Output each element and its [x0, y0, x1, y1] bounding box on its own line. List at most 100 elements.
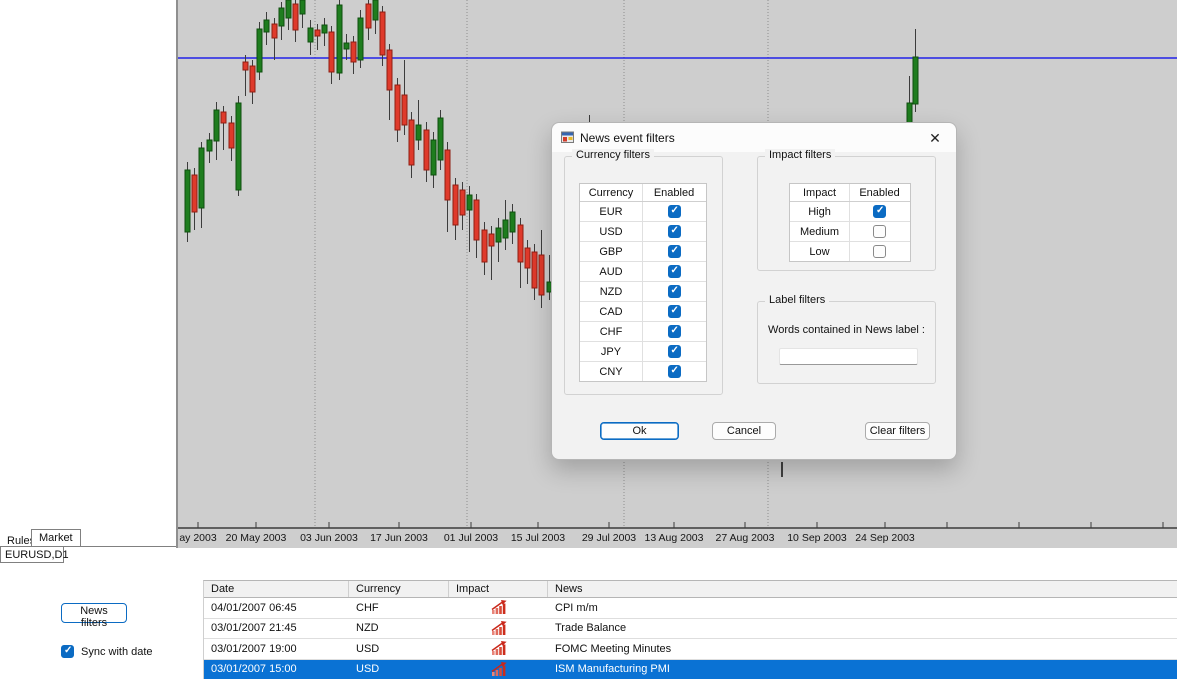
- x-axis-label: 15 Jul 2003: [511, 532, 565, 544]
- candlestick: [286, 0, 291, 30]
- news-impact: [449, 641, 548, 656]
- impact-high-icon: [489, 600, 511, 615]
- candlestick: [192, 168, 197, 230]
- x-axis-label: ay 2003: [179, 532, 217, 544]
- news-row[interactable]: 03/01/2007 21:45NZDTrade Balance: [204, 619, 1177, 640]
- news-column-header[interactable]: Impact: [449, 581, 548, 597]
- currency-filters-group-label: Currency filters: [572, 149, 654, 161]
- impact-filter-name-cell: High: [790, 202, 850, 221]
- currency-filter-enabled-cell: [643, 242, 705, 261]
- close-icon[interactable]: ✕: [926, 129, 944, 147]
- currency-filter-cny-checkbox[interactable]: [668, 365, 681, 378]
- impact-filter-row: Medium: [790, 222, 910, 242]
- news-row[interactable]: 03/01/2007 19:00USDFOMC Meeting Minutes: [204, 639, 1177, 660]
- news-column-header[interactable]: Date: [204, 581, 349, 597]
- ok-button[interactable]: Ok: [600, 422, 679, 440]
- candlestick: [387, 44, 392, 120]
- candlestick: [373, 0, 378, 34]
- dialog-titlebar[interactable]: News event filters ✕: [552, 123, 956, 152]
- candlestick: [366, 0, 371, 40]
- news-date: 03/01/2007 21:45: [204, 622, 349, 634]
- impact-filter-row: High: [790, 202, 910, 222]
- label-filters-group: Label filters Words contained in News la…: [757, 301, 936, 384]
- currency-filter-usd-checkbox[interactable]: [668, 225, 681, 238]
- news-impact: [449, 621, 548, 636]
- news-table-body: 04/01/2007 06:45CHFCPI m/m03/01/2007 21:…: [204, 598, 1177, 679]
- news-date: 04/01/2007 06:45: [204, 602, 349, 614]
- news-title: Trade Balance: [548, 622, 1177, 634]
- candlestick: [229, 116, 234, 161]
- currency-filter-column-header: Currency: [580, 184, 643, 201]
- candlestick: [453, 178, 458, 240]
- sync-with-date-label: Sync with date: [81, 646, 153, 658]
- candlestick: [250, 60, 255, 104]
- candlestick: [424, 122, 429, 182]
- candlestick: [482, 222, 487, 275]
- impact-high-icon: [489, 662, 511, 677]
- currency-filter-name-cell: AUD: [580, 262, 643, 281]
- currency-filter-row: GBP: [580, 242, 706, 262]
- currency-filter-enabled-cell: [643, 362, 705, 381]
- impact-filter-low-checkbox[interactable]: [873, 245, 886, 258]
- candlestick: [322, 18, 327, 46]
- currency-filter-row: USD: [580, 222, 706, 242]
- candlestick: [489, 226, 494, 280]
- impact-filters-table: ImpactEnabledHighMediumLow: [789, 183, 911, 262]
- candlestick: [380, 6, 385, 66]
- news-column-header[interactable]: News: [548, 581, 1177, 597]
- news-date: 03/01/2007 19:00: [204, 643, 349, 655]
- currency-filter-chf-checkbox[interactable]: [668, 325, 681, 338]
- candlestick: [402, 60, 407, 135]
- currency-filter-eur-checkbox[interactable]: [668, 205, 681, 218]
- clear-filters-button[interactable]: Clear filters: [865, 422, 930, 440]
- impact-high-icon: [489, 641, 511, 656]
- x-axis-label: 27 Aug 2003: [716, 532, 775, 544]
- news-column-header[interactable]: Currency: [349, 581, 449, 597]
- x-axis-label: 03 Jun 2003: [300, 532, 358, 544]
- impact-filter-enabled-cell: [850, 222, 909, 241]
- currency-filter-row: JPY: [580, 342, 706, 362]
- currency-filter-name-cell: NZD: [580, 282, 643, 301]
- candlestick: [221, 106, 226, 150]
- candlestick: [510, 204, 515, 244]
- tab-chart-eurusd-d1[interactable]: EURUSD,D1: [0, 547, 64, 563]
- candlestick: [207, 133, 212, 163]
- candlestick: [243, 55, 248, 96]
- currency-filter-aud-checkbox[interactable]: [668, 265, 681, 278]
- currency-filter-name-cell: CNY: [580, 362, 643, 381]
- currency-filter-name-cell: JPY: [580, 342, 643, 361]
- news-label-filter-input[interactable]: [779, 348, 918, 365]
- news-filters-button[interactable]: News filters: [61, 603, 127, 623]
- currency-filter-header-row: CurrencyEnabled: [580, 184, 706, 202]
- impact-filters-group-label: Impact filters: [765, 149, 835, 161]
- candlestick: [351, 36, 356, 74]
- candlestick: [236, 96, 241, 196]
- x-axis-label: 29 Jul 2003: [582, 532, 636, 544]
- currency-filter-row: EUR: [580, 202, 706, 222]
- impact-filter-row: Low: [790, 242, 910, 261]
- sync-with-date-checkbox[interactable]: [61, 645, 74, 658]
- news-table: DateCurrencyImpactNews 04/01/2007 06:45C…: [203, 580, 1177, 679]
- news-date: 03/01/2007 15:00: [204, 663, 349, 675]
- impact-filter-medium-checkbox[interactable]: [873, 225, 886, 238]
- tab-market[interactable]: Market: [31, 529, 81, 547]
- candlestick: [300, 0, 305, 28]
- currency-filter-cad-checkbox[interactable]: [668, 305, 681, 318]
- currency-filter-nzd-checkbox[interactable]: [668, 285, 681, 298]
- impact-filter-column-header: Impact: [790, 184, 850, 201]
- impact-filter-high-checkbox[interactable]: [873, 205, 886, 218]
- x-axis-label: 17 Jun 2003: [370, 532, 428, 544]
- currency-filter-gbp-checkbox[interactable]: [668, 245, 681, 258]
- currency-filter-name-cell: EUR: [580, 202, 643, 221]
- impact-filter-header-row: ImpactEnabled: [790, 184, 910, 202]
- currency-filter-row: CHF: [580, 322, 706, 342]
- news-row[interactable]: 04/01/2007 06:45CHFCPI m/m: [204, 598, 1177, 619]
- currency-filter-row: CAD: [580, 302, 706, 322]
- candlestick: [257, 22, 262, 80]
- currency-filter-jpy-checkbox[interactable]: [668, 345, 681, 358]
- news-row[interactable]: 03/01/2007 15:00USDISM Manufacturing PMI: [204, 660, 1177, 679]
- currency-filter-name-cell: CHF: [580, 322, 643, 341]
- news-title: CPI m/m: [548, 602, 1177, 614]
- cancel-button[interactable]: Cancel: [712, 422, 776, 440]
- currency-filter-row: CNY: [580, 362, 706, 381]
